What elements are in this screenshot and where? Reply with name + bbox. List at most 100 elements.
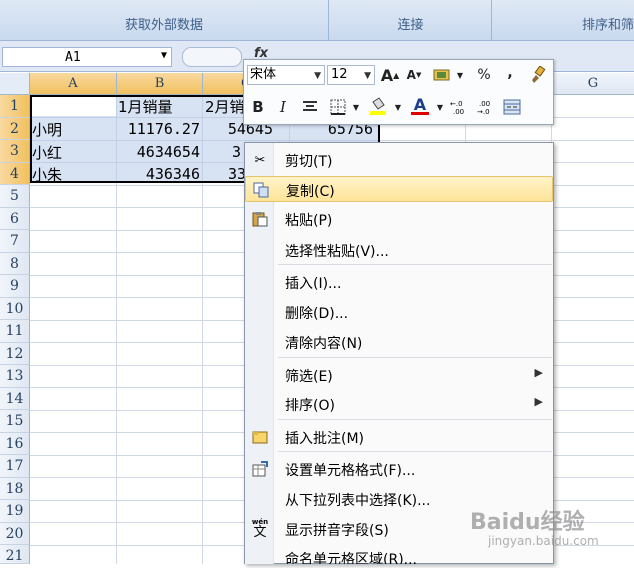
align-center-icon — [303, 101, 317, 111]
increase-decimal-button[interactable]: ←.0.00 — [450, 97, 470, 117]
formula-bar-splitter[interactable] — [182, 47, 242, 67]
row-header-15[interactable]: 15 — [0, 410, 30, 433]
format-cells-icon — [251, 460, 269, 478]
menu-item-label: 从下拉列表中选择(K)... — [285, 493, 431, 509]
row-header-8[interactable]: 8 — [0, 253, 30, 275]
watermark-logo: Baidu经验 — [470, 510, 585, 535]
row-header-4[interactable]: 4 — [0, 163, 30, 185]
decrease-decimal-icon: .00→.0 — [477, 100, 490, 115]
grow-font-button[interactable]: A ▲ — [380, 65, 400, 85]
decrease-decimal-button[interactable]: .00 →.0 — [477, 97, 497, 117]
center-align-button[interactable] — [300, 97, 320, 117]
select-all-corner[interactable] — [0, 73, 30, 95]
accounting-format-button[interactable] — [432, 65, 452, 85]
chevron-down-icon[interactable]: ▼ — [430, 97, 450, 117]
bold-icon: B — [252, 98, 264, 116]
menu-item-copy[interactable]: 复制(C) — [245, 176, 553, 202]
submenu-arrow-icon: ▶ — [534, 395, 543, 408]
row-header-2[interactable]: 2 — [0, 118, 30, 140]
menu-item-label: 复制(C) — [286, 184, 335, 200]
cell-b2[interactable]: 11176.27 — [117, 120, 200, 138]
active-cell-a1[interactable] — [32, 97, 116, 116]
font-size-select[interactable]: 12 ▼ — [327, 65, 375, 85]
menu-item-paste-special[interactable]: 选择性粘贴(V)... — [245, 237, 553, 263]
row-header-19[interactable]: 19 — [0, 500, 30, 523]
menu-item-sort[interactable]: 排序(O) ▶ — [245, 391, 553, 417]
row-header-3[interactable]: 3 — [0, 140, 30, 163]
cell-a4[interactable]: 小朱 — [32, 164, 62, 185]
bold-button[interactable]: B — [248, 97, 268, 117]
column-header-g[interactable]: G — [552, 73, 634, 95]
shrink-font-button[interactable]: A ▼ — [404, 65, 424, 85]
shrink-font-icon: A — [406, 68, 416, 82]
borders-button[interactable] — [328, 97, 348, 117]
chevron-down-icon[interactable]: ▼ — [388, 97, 408, 117]
percent-icon: % — [477, 67, 491, 83]
cell-b1[interactable]: 1月销量 — [118, 96, 173, 117]
row-header-12[interactable]: 12 — [0, 343, 30, 365]
menu-item-filter[interactable]: 筛选(E) ▶ — [245, 362, 553, 388]
font-color-button[interactable]: A — [410, 95, 430, 115]
merge-center-button[interactable] — [502, 97, 522, 117]
ribbon-group-sort-filter[interactable]: 排序和筛 — [493, 0, 634, 40]
row-header-9[interactable]: 9 — [0, 275, 30, 298]
menu-separator — [278, 451, 552, 452]
menu-item-format-cells[interactable]: 设置单元格格式(F)... — [245, 456, 553, 482]
row-header-13[interactable]: 13 — [0, 365, 30, 388]
menu-item-cut[interactable]: ✂ 剪切(T) — [245, 147, 553, 173]
svg-text:.00: .00 — [479, 100, 490, 108]
currency-icon — [433, 69, 450, 81]
menu-item-label: 粘贴(P) — [285, 213, 333, 229]
row-header-10[interactable]: 10 — [0, 298, 30, 320]
row-header-5[interactable]: 5 — [0, 185, 30, 208]
row-header-18[interactable]: 18 — [0, 478, 30, 500]
row-header-1[interactable]: 1 — [0, 95, 30, 118]
comma-button[interactable]: , — [500, 63, 520, 83]
menu-item-label: 清除内容(N) — [285, 336, 363, 352]
cell-b4[interactable]: 436346 — [117, 165, 200, 183]
chevron-down-icon[interactable]: ▼ — [450, 65, 470, 85]
menu-item-insert-comment[interactable]: 插入批注(M) — [245, 424, 553, 450]
comma-icon: , — [507, 65, 513, 81]
cell-c3[interactable]: 3 — [232, 143, 241, 161]
percent-button[interactable]: % — [474, 65, 494, 85]
menu-separator — [278, 264, 552, 265]
row-header-6[interactable]: 6 — [0, 208, 30, 230]
increase-decimal-icon: ←.0.00 — [450, 100, 464, 115]
row-header-14[interactable]: 14 — [0, 388, 30, 410]
cell-a2[interactable]: 小明 — [32, 119, 62, 140]
chevron-down-icon[interactable]: ▼ — [161, 50, 167, 61]
row-header-7[interactable]: 7 — [0, 230, 30, 253]
row-header-17[interactable]: 17 — [0, 455, 30, 478]
menu-item-label: 删除(D)... — [285, 306, 349, 322]
italic-button[interactable]: I — [273, 97, 293, 117]
cell-c1[interactable]: 2月销 — [205, 96, 245, 117]
font-name-select[interactable]: 宋体 ▼ — [247, 65, 325, 85]
menu-item-delete[interactable]: 删除(D)... — [245, 299, 553, 325]
menu-item-clear-contents[interactable]: 清除内容(N) — [245, 329, 553, 355]
fill-color-button[interactable] — [368, 96, 388, 116]
format-painter-button[interactable] — [527, 65, 547, 85]
row-header-16[interactable]: 16 — [0, 433, 30, 455]
name-box[interactable]: A1 ▼ — [2, 47, 172, 67]
font-size-value: 12 — [331, 67, 348, 82]
ribbon-group-connections[interactable]: 连接 — [330, 0, 492, 40]
chevron-down-icon[interactable]: ▼ — [346, 97, 366, 117]
menu-item-paste[interactable]: 粘贴(P) — [245, 206, 553, 232]
column-header-b[interactable]: B — [117, 73, 203, 95]
menu-separator — [278, 419, 552, 420]
phonetic-icon: wén 文 — [251, 518, 269, 540]
column-header-a[interactable]: A — [30, 73, 117, 95]
ribbon-group-label: 排序和筛 — [581, 18, 634, 33]
row-header-11[interactable]: 11 — [0, 320, 30, 343]
menu-item-label: 排序(O) — [285, 398, 335, 414]
ribbon-group-get-external-data[interactable]: 获取外部数据 — [0, 0, 329, 40]
cell-b3[interactable]: 4634654 — [117, 143, 200, 161]
chevron-down-icon: ▼ — [364, 71, 371, 81]
menu-item-label: 剪切(T) — [285, 154, 333, 170]
row-header-20[interactable]: 20 — [0, 523, 30, 545]
row-header-21[interactable]: 21 — [0, 545, 30, 564]
menu-item-insert[interactable]: 插入(I)... — [245, 269, 553, 295]
brush-icon — [532, 66, 546, 83]
cell-a3[interactable]: 小红 — [32, 142, 62, 163]
